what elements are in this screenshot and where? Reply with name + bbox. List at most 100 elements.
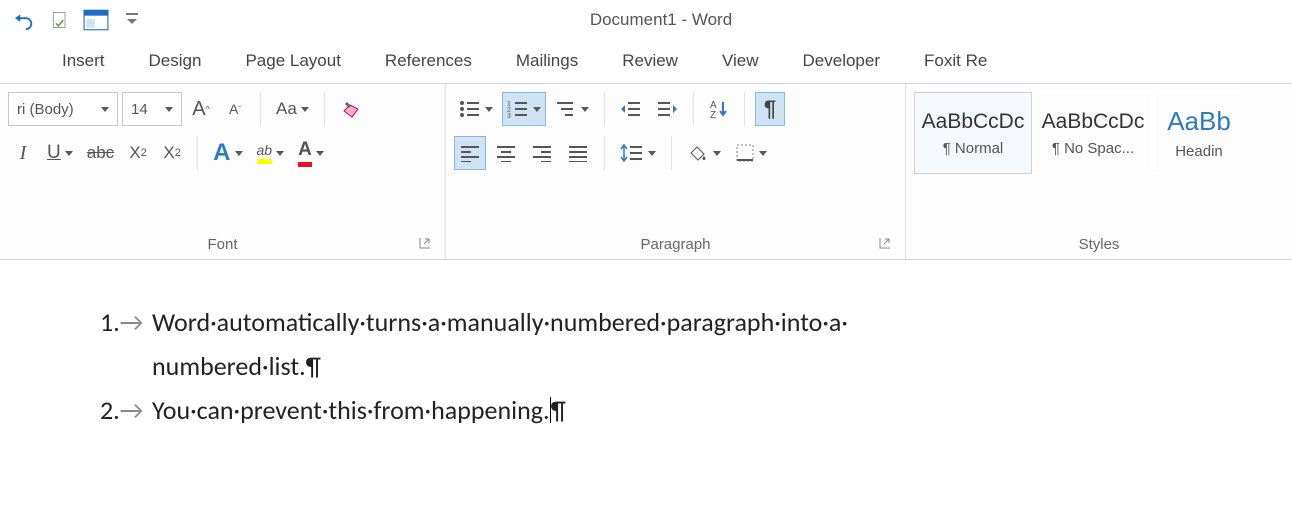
indent-icon (656, 100, 678, 118)
chevron-down-icon (165, 107, 173, 112)
paragraph-dialog-launcher[interactable] (877, 236, 893, 252)
list-text: You·can·prevent·this·from·happening.¶ (152, 388, 566, 432)
chevron-down-icon (301, 107, 309, 112)
strikethrough-button[interactable]: abc (82, 136, 119, 170)
tab-insert[interactable]: Insert (40, 41, 127, 83)
shading-button[interactable] (682, 136, 726, 170)
tab-developer[interactable]: Developer (781, 41, 903, 83)
font-size-value: 14 (131, 101, 148, 118)
list-item: 2.→ You·can·prevent·this·from·happening.… (100, 388, 1292, 432)
paint-bucket-icon (687, 143, 709, 163)
launcher-icon (418, 236, 432, 250)
font-name-value: ri (Body) (17, 101, 74, 118)
chevron-down-icon (101, 107, 109, 112)
tab-review[interactable]: Review (600, 41, 700, 83)
group-paragraph-label: Paragraph (454, 232, 897, 259)
italic-button[interactable]: I (8, 136, 38, 170)
undo-button[interactable] (6, 2, 42, 38)
list-item: 1.→ Word·automatically·turns·a·manually·… (100, 300, 1292, 388)
style-normal[interactable]: AaBbCcDc ¶ Normal (914, 92, 1032, 174)
window-title: Document1 - Word (150, 10, 1292, 30)
sort-button[interactable]: AZ (704, 92, 734, 126)
launcher-icon (878, 236, 892, 250)
document-icon (50, 10, 70, 30)
line-spacing-icon (620, 143, 644, 163)
quick-access-toolbar: Document1 - Word (0, 0, 1292, 40)
group-styles-label: Styles (914, 232, 1284, 259)
list-number: 2.→ (100, 388, 152, 432)
sort-icon: AZ (709, 99, 729, 119)
underline-button[interactable]: U (42, 136, 78, 170)
tab-mailings[interactable]: Mailings (494, 41, 600, 83)
chevron-down-icon (581, 107, 589, 112)
style-heading[interactable]: AaBb Headin (1154, 92, 1244, 174)
chevron-down-icon (276, 151, 284, 156)
chevron-down-icon (485, 107, 493, 112)
qat-customize-button[interactable] (114, 2, 150, 38)
undo-icon (13, 9, 35, 31)
align-right-button[interactable] (526, 136, 558, 170)
group-paragraph: 123 AZ ¶ (446, 84, 906, 259)
chevron-down-icon (316, 151, 324, 156)
align-center-button[interactable] (490, 136, 522, 170)
style-sample: AaBbCcDc (922, 110, 1025, 134)
change-case-icon: Aa (276, 99, 297, 119)
save-button[interactable] (42, 2, 78, 38)
change-case-button[interactable]: Aa (271, 92, 314, 126)
align-center-icon (495, 144, 517, 162)
shrink-font-button[interactable]: Aˇ (220, 92, 250, 126)
tab-page-layout[interactable]: Page Layout (223, 41, 362, 83)
font-dialog-launcher[interactable] (417, 236, 433, 252)
align-left-button[interactable] (454, 136, 486, 170)
show-hide-marks-button[interactable]: ¶ (755, 92, 785, 126)
text-effects-button[interactable]: A (208, 136, 247, 170)
style-name: ¶ No Spac... (1052, 140, 1134, 157)
tab-references[interactable]: References (363, 41, 494, 83)
pilcrow-icon: ¶ (764, 96, 776, 122)
chevron-down-icon (648, 151, 656, 156)
borders-button[interactable] (730, 136, 772, 170)
numbering-button[interactable]: 123 (502, 92, 546, 126)
grow-font-icon: A (192, 98, 205, 121)
highlight-button[interactable]: ab (252, 136, 290, 170)
style-sample: AaBb (1167, 106, 1231, 137)
group-font-label: Font (8, 232, 437, 259)
chevron-down-icon (533, 107, 541, 112)
ribbon-tabs: Insert Design Page Layout References Mai… (0, 40, 1292, 84)
shrink-font-icon: A (229, 101, 238, 117)
outdent-icon (620, 100, 642, 118)
clear-formatting-button[interactable] (335, 92, 369, 126)
multilevel-icon (555, 100, 577, 118)
text-effects-icon: A (213, 139, 230, 167)
new-doc-button[interactable] (78, 2, 114, 38)
numbering-icon: 123 (507, 100, 529, 118)
multilevel-list-button[interactable] (550, 92, 594, 126)
group-font: ri (Body) 14 A^ Aˇ Aa (0, 84, 446, 259)
subscript-button[interactable]: X2 (123, 136, 153, 170)
document-body[interactable]: 1.→ Word·automatically·turns·a·manually·… (0, 260, 1292, 433)
style-sample: AaBbCcDc (1042, 110, 1145, 134)
style-name: Headin (1175, 143, 1223, 160)
decrease-indent-button[interactable] (615, 92, 647, 126)
justify-button[interactable] (562, 136, 594, 170)
tab-design[interactable]: Design (127, 41, 224, 83)
customize-icon (126, 13, 138, 27)
style-name: ¶ Normal (943, 140, 1004, 157)
tab-view[interactable]: View (700, 41, 781, 83)
list-number: 1.→ (100, 300, 152, 388)
align-right-icon (531, 144, 553, 162)
page-icon (83, 9, 109, 31)
superscript-button[interactable]: X2 (157, 136, 187, 170)
tab-foxit[interactable]: Foxit Re (902, 41, 1009, 83)
increase-indent-button[interactable] (651, 92, 683, 126)
font-color-button[interactable]: A (293, 136, 329, 170)
style-no-spacing[interactable]: AaBbCcDc ¶ No Spac... (1034, 92, 1152, 174)
font-name-combo[interactable]: ri (Body) (8, 92, 118, 126)
line-spacing-button[interactable] (615, 136, 661, 170)
font-size-combo[interactable]: 14 (122, 92, 182, 126)
grow-font-button[interactable]: A^ (186, 92, 216, 126)
eraser-icon (340, 97, 364, 121)
bullets-button[interactable] (454, 92, 498, 126)
svg-text:Z: Z (710, 110, 716, 119)
justify-icon (567, 144, 589, 162)
